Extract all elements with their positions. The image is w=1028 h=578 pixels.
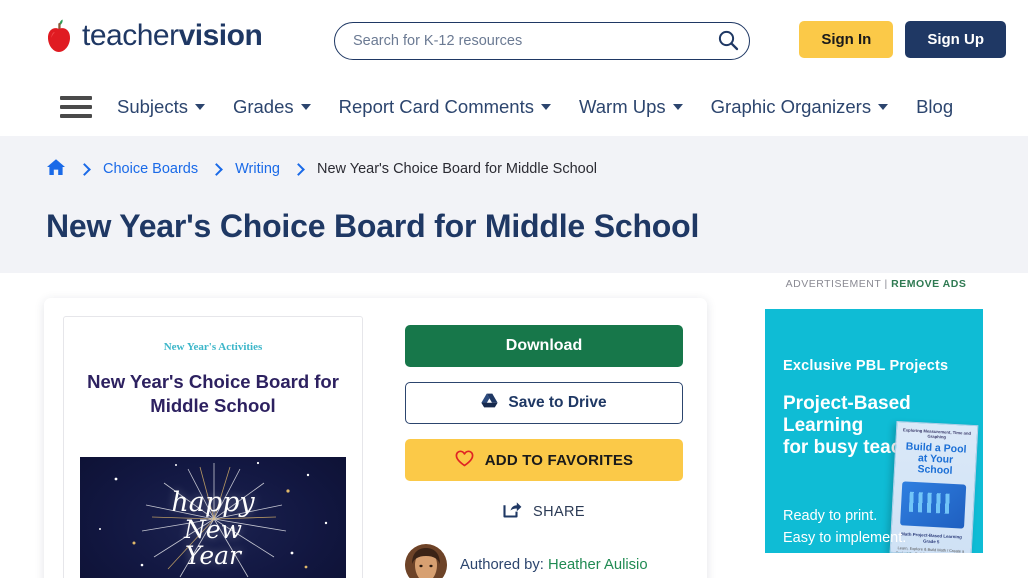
nav-label: Report Card Comments (338, 96, 534, 117)
nav-item-subjects[interactable]: Subjects (117, 96, 205, 118)
author-row: Authored by: Heather Aulisio (405, 544, 683, 578)
main-content: New Year's Activities New Year's Choice … (0, 273, 1028, 578)
resource-card: New Year's Activities New Year's Choice … (44, 298, 707, 578)
remove-ads-link[interactable]: REMOVE ADS (891, 278, 966, 290)
ad-headline-1: Exclusive PBL Projects (783, 358, 949, 374)
search-input[interactable] (335, 33, 707, 49)
share-button[interactable]: SHARE (405, 501, 683, 523)
chevron-down-icon (194, 104, 205, 110)
ad-product-title: Build a Pool at Your School (905, 440, 967, 478)
hero-line-1: happy (171, 487, 255, 518)
preview-hero-image: happy New Year (80, 457, 346, 578)
google-drive-icon (481, 393, 498, 413)
breadcrumb-item-writing[interactable]: Writing (235, 161, 280, 177)
home-icon[interactable] (46, 158, 66, 181)
share-label: SHARE (533, 504, 585, 520)
ad-subtext: Ready to print. Easy to implement. (783, 505, 975, 550)
preview-kicker: New Year's Activities (163, 341, 263, 353)
share-icon (503, 501, 522, 523)
resource-actions: Download Save to Drive ADD TO FAVORITES … (405, 325, 683, 578)
hero-line-2: New (183, 514, 243, 544)
ad-sub-line1: Ready to print. (783, 508, 878, 524)
search-icon (717, 29, 739, 54)
chevron-down-icon (540, 104, 551, 110)
preview-title: New Year's Choice Board for Middle Schoo… (82, 370, 344, 417)
preview-title-line1: New Year's Choice Board for (87, 371, 339, 392)
nav-label: Grades (232, 96, 294, 117)
advertisement-banner[interactable]: Exclusive PBL Projects Project-Based Lea… (765, 309, 983, 553)
ad-meta: ADVERTISEMENT | REMOVE ADS (765, 278, 987, 290)
nav-label: Warm Ups (578, 96, 666, 117)
ad-label: ADVERTISEMENT (785, 278, 882, 290)
author-name-link[interactable]: Heather Aulisio (548, 557, 648, 573)
save-to-drive-label: Save to Drive (508, 394, 607, 411)
add-to-favorites-label: ADD TO FAVORITES (484, 451, 634, 469)
nav-item-warm-ups[interactable]: Warm Ups (579, 96, 683, 118)
authored-by-label: Authored by: (460, 557, 544, 573)
nav-label: Blog (916, 96, 954, 117)
ad-sub-line2: Easy to implement. (783, 530, 907, 547)
nav-label: Graphic Organizers (710, 96, 872, 117)
apple-icon (44, 18, 74, 54)
breadcrumb-item-current: New Year's Choice Board for Middle Schoo… (316, 161, 597, 177)
sign-up-button[interactable]: Sign Up (905, 21, 1006, 58)
page-title: New Year's Choice Board for Middle Schoo… (46, 208, 700, 244)
sign-in-button[interactable]: Sign In (799, 21, 894, 58)
breadcrumb-chevron-icon (292, 162, 305, 176)
breadcrumb-item-choice-boards[interactable]: Choice Boards (103, 161, 198, 177)
nav-label: Subjects (117, 96, 188, 117)
preview-hero-text: happy New Year (80, 489, 346, 568)
nav-item-blog[interactable]: Blog (916, 96, 953, 118)
hero-line-3: Year (185, 540, 241, 570)
breadcrumb: Choice Boards Writing New Year's Choice … (0, 156, 1028, 182)
logo-text-bold: vision (178, 19, 263, 52)
ad-headline-line1: Project-Based (783, 393, 911, 414)
chevron-down-icon (672, 104, 683, 110)
search-bar[interactable] (334, 22, 750, 60)
add-to-favorites-button[interactable]: ADD TO FAVORITES (405, 439, 683, 481)
save-to-drive-button[interactable]: Save to Drive (405, 382, 683, 424)
site-header: teachervision Sign In Sign Up (0, 0, 1028, 78)
nav-item-list: Subjects Grades Report Card Comments War… (117, 96, 953, 118)
hamburger-icon[interactable] (60, 96, 92, 118)
preview-title-line2: Middle School (150, 394, 276, 416)
avatar (405, 544, 447, 578)
author-text: Authored by: Heather Aulisio (460, 557, 648, 573)
nav-item-report-card-comments[interactable]: Report Card Comments (339, 96, 551, 118)
nav-item-grades[interactable]: Grades (233, 96, 311, 118)
breadcrumb-chevron-icon (78, 162, 91, 176)
auth-buttons: Sign In Sign Up (799, 21, 1006, 58)
resource-preview-thumbnail[interactable]: New Year's Activities New Year's Choice … (63, 316, 363, 578)
ad-headline-line2: Learning (783, 414, 864, 436)
ad-product-kicker: Exploring Measurement, Time and Graphing (902, 427, 972, 440)
main-navigation: Subjects Grades Report Card Comments War… (0, 78, 1028, 136)
logo-wordmark: teachervision (82, 19, 263, 53)
breadcrumb-chevron-icon (210, 162, 223, 176)
search-submit-button[interactable] (707, 23, 749, 59)
chevron-down-icon (300, 104, 311, 110)
advertisement-column: ADVERTISEMENT | REMOVE ADS Exclusive PBL… (765, 273, 987, 553)
heart-icon (455, 449, 474, 471)
breadcrumb-band: Choice Boards Writing New Year's Choice … (0, 136, 1028, 273)
chevron-down-icon (878, 104, 889, 110)
nav-item-graphic-organizers[interactable]: Graphic Organizers (710, 96, 889, 118)
site-logo[interactable]: teachervision (44, 18, 263, 54)
download-button[interactable]: Download (405, 325, 683, 367)
logo-text-light: teacher (82, 19, 179, 52)
ad-separator: | (884, 278, 888, 290)
